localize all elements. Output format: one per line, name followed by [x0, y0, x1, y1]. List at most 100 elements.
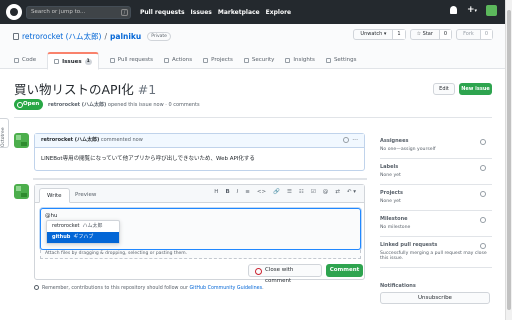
issue-author-link[interactable]: retrorocket (ハム太郎) — [48, 102, 106, 108]
link-icon[interactable]: 🔗 — [273, 189, 280, 195]
notifications-bell-icon[interactable] — [449, 5, 458, 16]
user-avatar[interactable] — [486, 5, 497, 16]
guidelines-text: Remember, contributions to this reposito… — [42, 286, 188, 291]
saved-replies-icon[interactable]: ↶ ▾ — [347, 189, 356, 195]
tab-actions-label: Actions — [172, 57, 193, 63]
graph-icon — [285, 57, 291, 63]
suggestion-item-selected[interactable]: github ギフハブ — [47, 232, 119, 243]
header-actions: +▾ — [449, 5, 497, 16]
edit-title-button[interactable]: Edit — [433, 83, 455, 95]
suggestion-item[interactable]: retrorocket ハム太郎 — [47, 221, 119, 232]
tab-preview[interactable]: Preview — [68, 188, 103, 203]
new-issue-button[interactable]: New issue — [459, 83, 492, 95]
sidebar-value[interactable]: No one—assign yourself — [380, 147, 492, 152]
sidebar-projects[interactable]: Projects None yet — [380, 185, 492, 211]
repo-title: retrorocket (ハム太郎) / palniku Private — [13, 31, 171, 42]
suggestion-name: ハム太郎 — [82, 223, 103, 229]
sidebar-milestone[interactable]: Milestone No milestone — [380, 211, 492, 237]
guidelines-link[interactable]: GitHub Community Guidelines — [189, 286, 262, 291]
add-reaction-icon[interactable] — [343, 137, 349, 143]
github-logo-icon[interactable] — [6, 4, 22, 20]
gear-icon[interactable] — [480, 165, 486, 171]
bold-icon[interactable]: B — [225, 189, 229, 195]
current-user-avatar[interactable] — [14, 184, 29, 199]
sidebar-title: Assignees — [380, 138, 409, 144]
watch-button[interactable]: Unwatch ▾ 1 — [353, 29, 406, 40]
sidebar-assignees[interactable]: Assignees No one—assign yourself — [380, 133, 492, 159]
mention-icon[interactable]: @ — [323, 189, 329, 195]
search-input[interactable]: Search or jump to... / — [26, 6, 131, 19]
star-button[interactable]: ☆ Star 0 — [409, 29, 453, 40]
header-divider — [14, 117, 492, 118]
unsubscribe-button[interactable]: Unsubscribe — [380, 292, 490, 304]
quote-icon[interactable]: ≡ — [245, 189, 250, 195]
tab-write[interactable]: Write — [39, 188, 70, 203]
gear-icon[interactable] — [480, 191, 486, 197]
comment-more-icon[interactable]: ··· — [352, 137, 358, 144]
page-scrollbar[interactable] — [505, 0, 512, 320]
sidebar-labels[interactable]: Labels None yet — [380, 159, 492, 185]
fork-count: 0 — [479, 30, 492, 39]
issue-title: 買い物リストのAPI化 #1 — [14, 79, 156, 98]
nav-explore[interactable]: Explore — [266, 9, 291, 16]
comment-button[interactable]: Comment — [326, 264, 363, 277]
comment-author-link[interactable]: retrorocket (ハム太郎) — [41, 137, 99, 143]
code-icon[interactable]: <> — [257, 189, 266, 195]
nav-issues[interactable]: Issues — [191, 9, 212, 16]
repo-name-link[interactable]: palniku — [110, 32, 141, 41]
close-with-comment-button[interactable]: Close with comment — [248, 264, 322, 284]
attach-files-hint[interactable]: Attach files by dragging & dropping, sel… — [40, 250, 361, 259]
numbered-list-icon[interactable]: ☷ — [299, 189, 304, 195]
tab-pull-requests-label: Pull requests — [117, 57, 154, 63]
shield-icon — [243, 57, 249, 63]
guidelines-note: Remember, contributions to this reposito… — [34, 285, 264, 291]
comment-author-avatar[interactable] — [14, 133, 29, 148]
tab-issues[interactable]: Issues 1 — [47, 52, 99, 70]
comment-time[interactable]: commented now — [101, 137, 143, 143]
italic-icon[interactable]: I — [237, 189, 239, 195]
global-nav: Pull requests Issues Marketplace Explore — [140, 0, 291, 24]
octotree-label: Octotree — [1, 127, 6, 147]
tab-projects-label: Projects — [211, 57, 233, 63]
suggestion-name: ギフハブ — [73, 234, 94, 240]
repo-separator: / — [104, 32, 108, 41]
pull-request-icon — [109, 57, 115, 63]
sidebar-linked-prs[interactable]: Linked pull requests Successfully merging… — [380, 237, 492, 268]
gear-icon[interactable] — [480, 243, 486, 249]
tab-insights[interactable]: Insights — [285, 51, 315, 69]
octotree-toggle[interactable]: Octotree — [0, 118, 9, 148]
tab-code-label: Code — [22, 57, 37, 63]
repo-owner-link[interactable]: retrorocket (ハム太郎) — [22, 31, 101, 42]
heading-icon[interactable]: H — [214, 189, 218, 195]
tab-insights-label: Insights — [293, 57, 315, 63]
gear-icon[interactable] — [480, 217, 486, 223]
tab-code[interactable]: Code — [14, 51, 36, 69]
sidebar-title: Linked pull requests — [380, 242, 438, 248]
search-placeholder: Search or jump to... — [31, 9, 86, 15]
nav-marketplace[interactable]: Marketplace — [218, 9, 260, 16]
issue-opened-text: opened this issue now · 0 comments — [107, 102, 200, 108]
repo-lock-icon — [13, 33, 19, 40]
sidebar-value: None yet — [380, 173, 401, 178]
issue-title-text: 買い物リストのAPI化 — [14, 82, 134, 97]
star-count[interactable]: 0 — [438, 30, 452, 39]
scrollbar-thumb[interactable] — [507, 10, 511, 310]
tab-security[interactable]: Security — [243, 51, 274, 69]
nav-pull-requests[interactable]: Pull requests — [140, 9, 185, 16]
cross-reference-icon[interactable]: ⇄ — [335, 189, 340, 195]
tab-projects[interactable]: Projects — [203, 51, 233, 69]
bulleted-list-icon[interactable]: ☰ — [287, 189, 292, 195]
issues-count: 1 — [84, 58, 92, 65]
fork-button[interactable]: Fork 0 — [456, 29, 493, 40]
task-list-icon[interactable]: ☑ — [311, 189, 316, 195]
comment-header: retrorocket (ハム太郎) commented now — [35, 134, 364, 148]
tab-pull-requests[interactable]: Pull requests — [109, 51, 154, 69]
tab-settings[interactable]: Settings — [325, 51, 357, 69]
sidebar-title: Milestone — [380, 216, 408, 222]
tab-actions[interactable]: Actions — [164, 51, 192, 69]
gear-icon[interactable] — [480, 139, 486, 145]
mention-suggestions: retrorocket ハム太郎 github ギフハブ — [46, 220, 120, 244]
sidebar-value: Successfully merging a pull request may … — [380, 251, 487, 261]
watch-count[interactable]: 1 — [392, 30, 405, 39]
create-new-plus-icon[interactable]: +▾ — [467, 5, 477, 16]
